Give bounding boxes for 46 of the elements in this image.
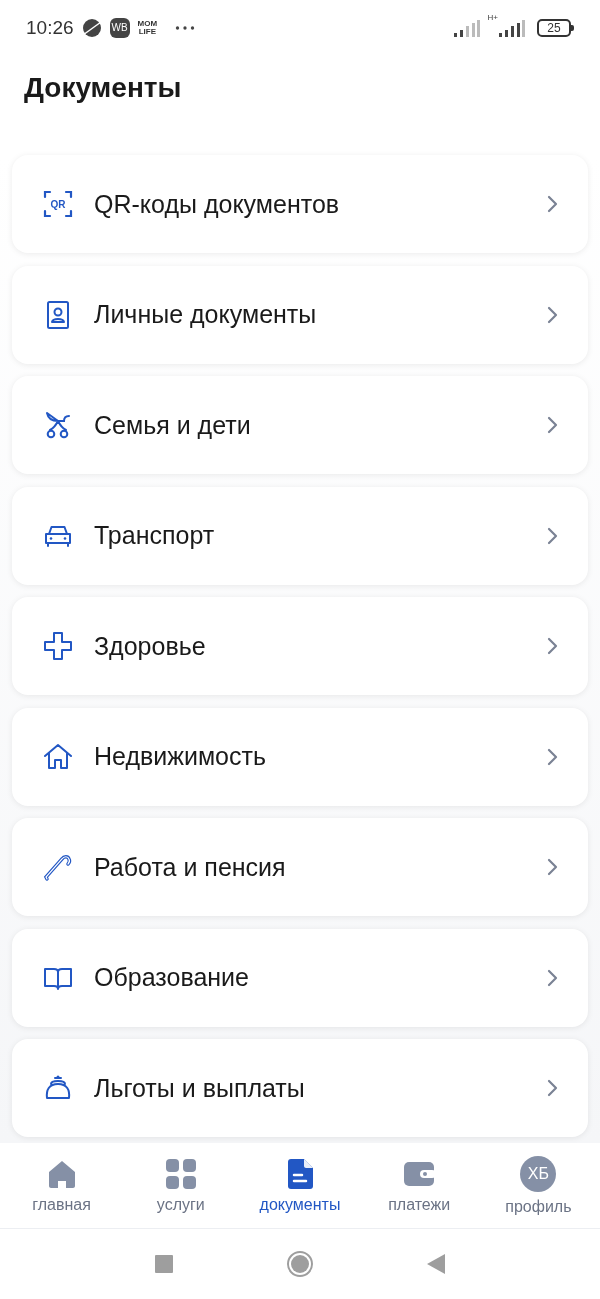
category-card[interactable]: Здоровье: [12, 597, 588, 695]
category-label: Образование: [94, 963, 250, 992]
tab-bar-item[interactable]: ХБ профиль: [478, 1143, 598, 1228]
chevron-icon: [546, 747, 558, 766]
chevron-icon: [546, 968, 558, 987]
cross-icon: [42, 630, 74, 662]
category-card[interactable]: Недвижимость: [12, 707, 588, 806]
planet-icon: [81, 17, 102, 38]
category-card[interactable]: Образование: [12, 928, 588, 1027]
status-time: 10:26: [26, 16, 74, 39]
tab-bar-item[interactable]: документы: [240, 1143, 360, 1228]
signal-icon: [453, 18, 480, 37]
network-type: H+: [487, 12, 498, 22]
chevron-icon: [546, 305, 558, 324]
category-card[interactable]: QR QR-коды документов: [12, 155, 588, 253]
category-card[interactable]: Транспорт: [12, 486, 588, 585]
category-card[interactable]: Льготы и выплаты: [12, 1039, 588, 1137]
category-card[interactable]: Личные документы: [12, 265, 588, 364]
home-button[interactable]: [287, 1251, 313, 1277]
category-label: Личные документы: [94, 300, 318, 329]
signal-icon: [499, 18, 525, 37]
category-card[interactable]: Работа и пенсия: [12, 818, 588, 916]
app-logo: MOM LIFE: [137, 19, 158, 36]
more-icon: [175, 24, 196, 31]
category-label: Здоровье: [94, 631, 207, 661]
chevron-icon: [546, 1079, 558, 1097]
category-label: Работа и пенсия: [94, 852, 287, 882]
battery-indicator: 25: [537, 18, 571, 37]
category-label: Льготы и выплаты: [94, 1073, 306, 1103]
category-label: Транспорт: [94, 521, 216, 550]
avatar: ХБ: [520, 1155, 557, 1192]
category-label: Семья и дети: [94, 410, 252, 440]
page-title: Документы: [24, 72, 182, 104]
app-badge: WB: [109, 17, 130, 38]
grid-icon: [164, 1157, 197, 1190]
chevron-icon: [546, 526, 558, 545]
tab-bar-item[interactable]: главная: [2, 1143, 122, 1228]
category-label: Недвижимость: [94, 742, 267, 771]
category-card[interactable]: Семья и дети: [12, 376, 588, 474]
tab-bar-item[interactable]: платежи: [359, 1143, 479, 1228]
chevron-icon: [546, 195, 558, 213]
category-label: QR-коды документов: [94, 189, 341, 219]
chevron-icon: [546, 637, 558, 655]
tab-bar-item[interactable]: услуги: [121, 1143, 241, 1228]
chevron-icon: [546, 858, 558, 876]
chevron-icon: [546, 416, 558, 434]
